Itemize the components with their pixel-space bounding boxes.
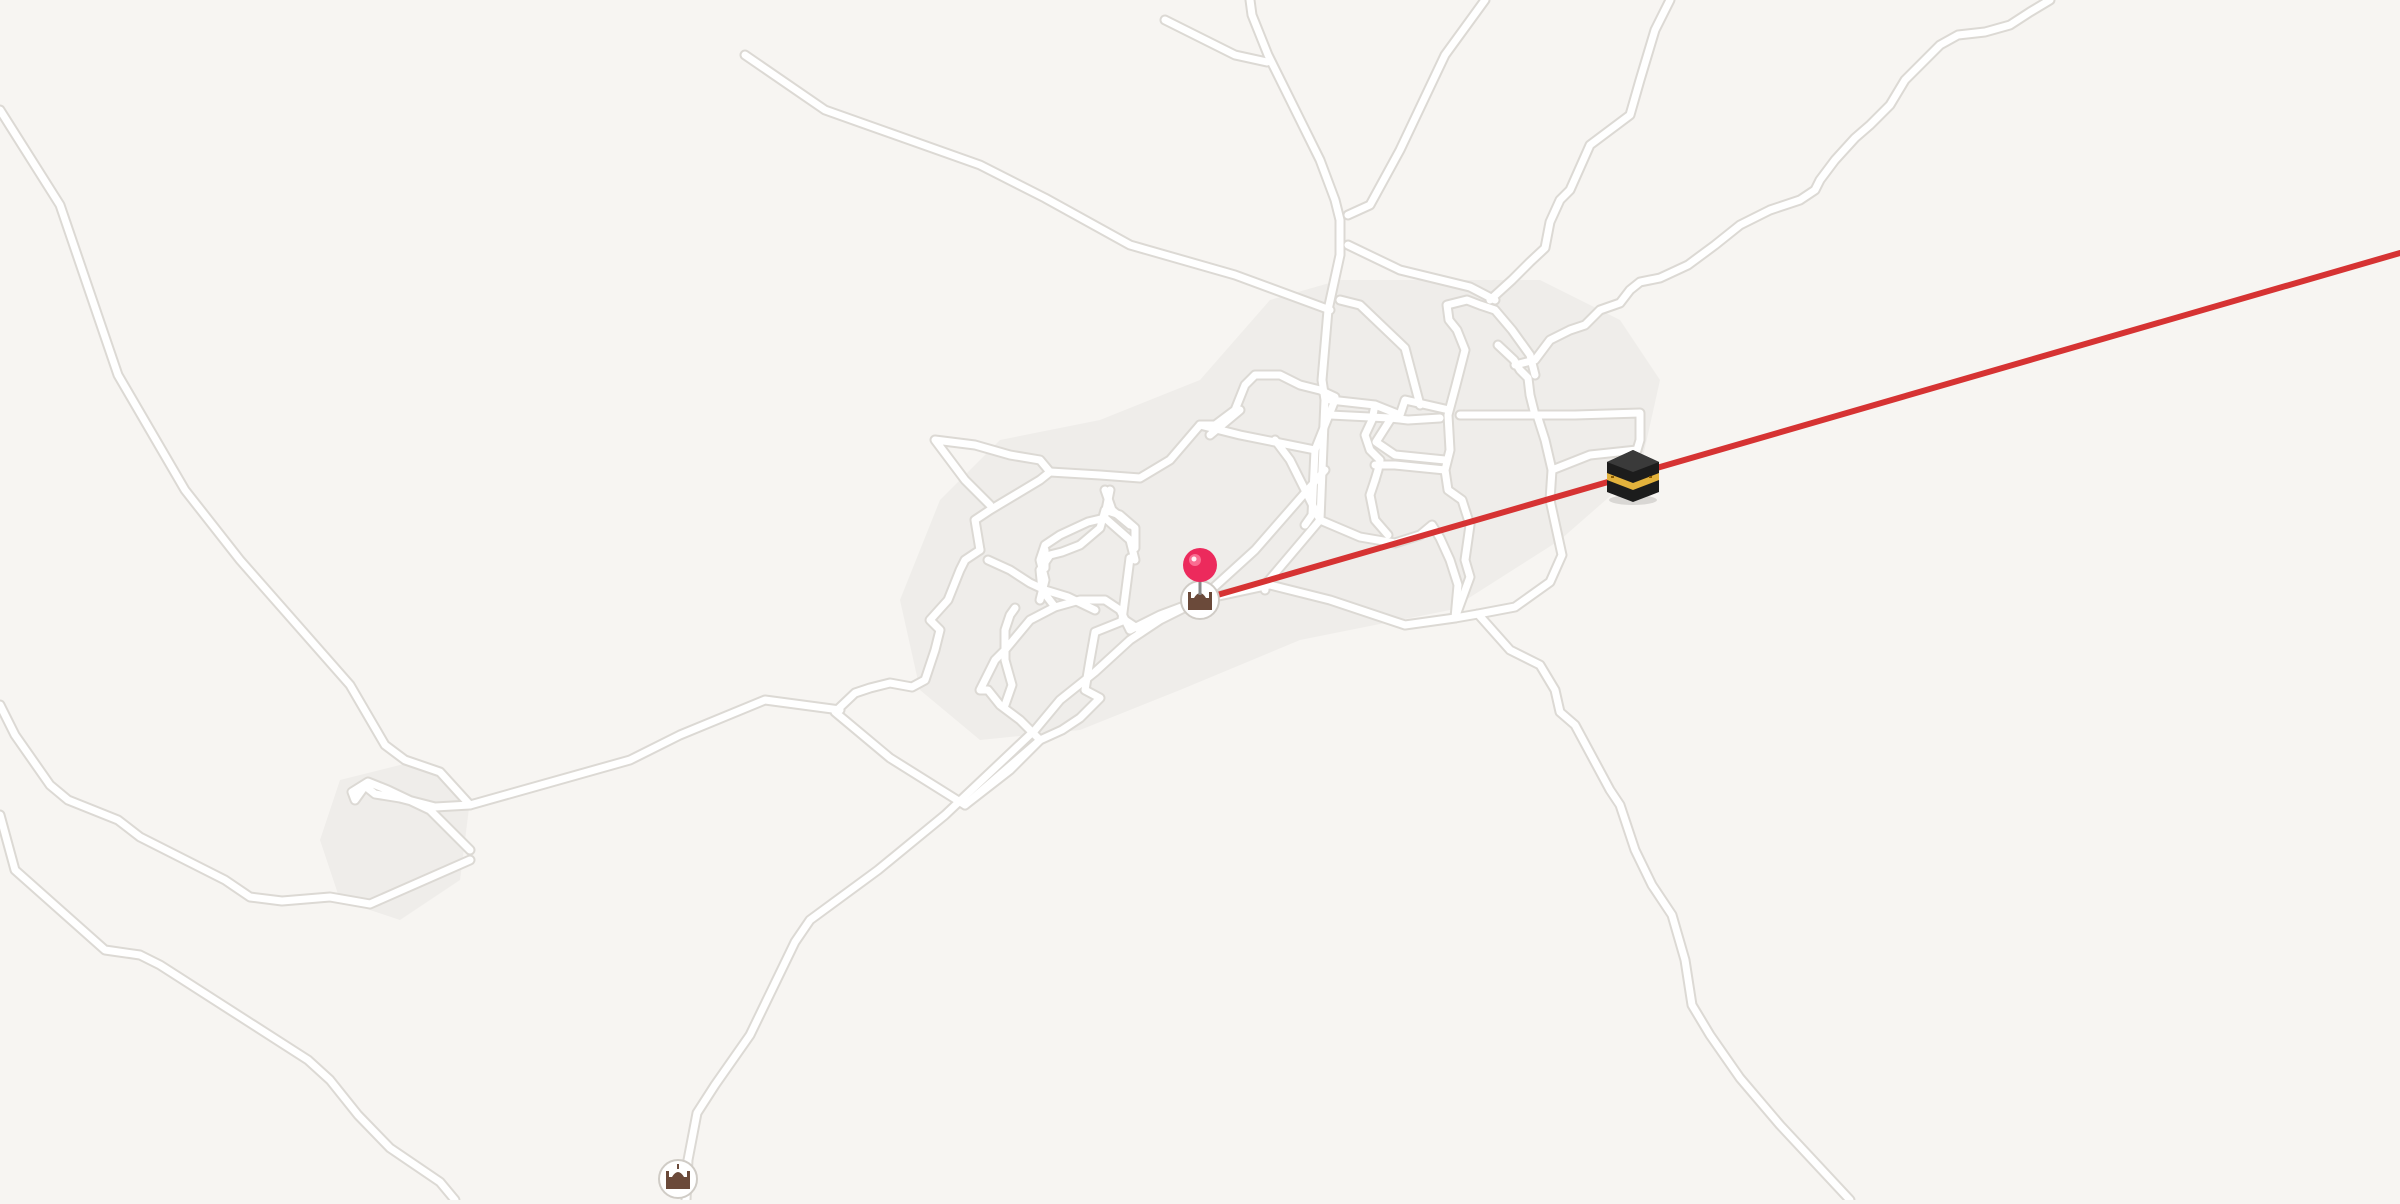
road	[1344, 0, 1489, 219]
mosque-poi-marker[interactable]	[658, 1159, 698, 1199]
road-casing	[1484, 0, 1676, 306]
road	[1474, 610, 1854, 1204]
road	[961, 736, 1044, 809]
road-casing	[0, 104, 476, 856]
road	[741, 51, 1334, 314]
road-casing	[739, 49, 1336, 316]
road	[1511, 0, 2054, 369]
map-layer	[0, 0, 2400, 1204]
map-canvas[interactable]	[0, 0, 2400, 1204]
road	[1326, 411, 1444, 424]
road	[1486, 0, 1674, 304]
